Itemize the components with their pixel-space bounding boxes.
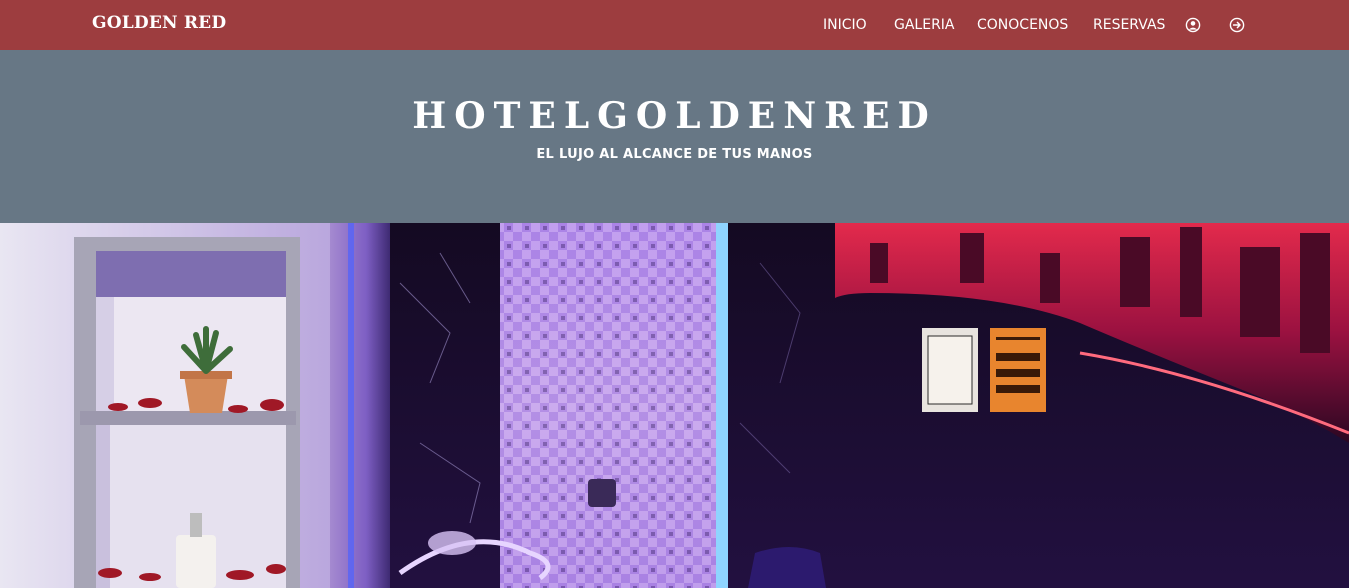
login-arrow-icon[interactable]: [1229, 17, 1245, 33]
user-circle-icon[interactable]: [1185, 17, 1201, 33]
nav-link-conocenos[interactable]: CONOCENOS: [977, 16, 1068, 34]
nav-link-galeria[interactable]: GALERIA: [894, 16, 955, 34]
site-subtitle: EL LUJO AL ALCANCE DE TUS MANOS: [536, 147, 813, 162]
top-navbar: GOLDEN RED INICIO GALERIA CONOCENOS RESE…: [0, 0, 1349, 50]
brand-logo-link[interactable]: GOLDEN RED: [92, 13, 226, 33]
nav-link-inicio[interactable]: INICIO: [823, 16, 867, 34]
site-title: HOTELGOLDENRED: [412, 95, 937, 137]
nav-link-reservas[interactable]: RESERVAS: [1093, 16, 1165, 34]
hotel-room-photo: [0, 223, 1349, 588]
hero-header: HOTELGOLDENRED EL LUJO AL ALCANCE DE TUS…: [0, 50, 1349, 223]
